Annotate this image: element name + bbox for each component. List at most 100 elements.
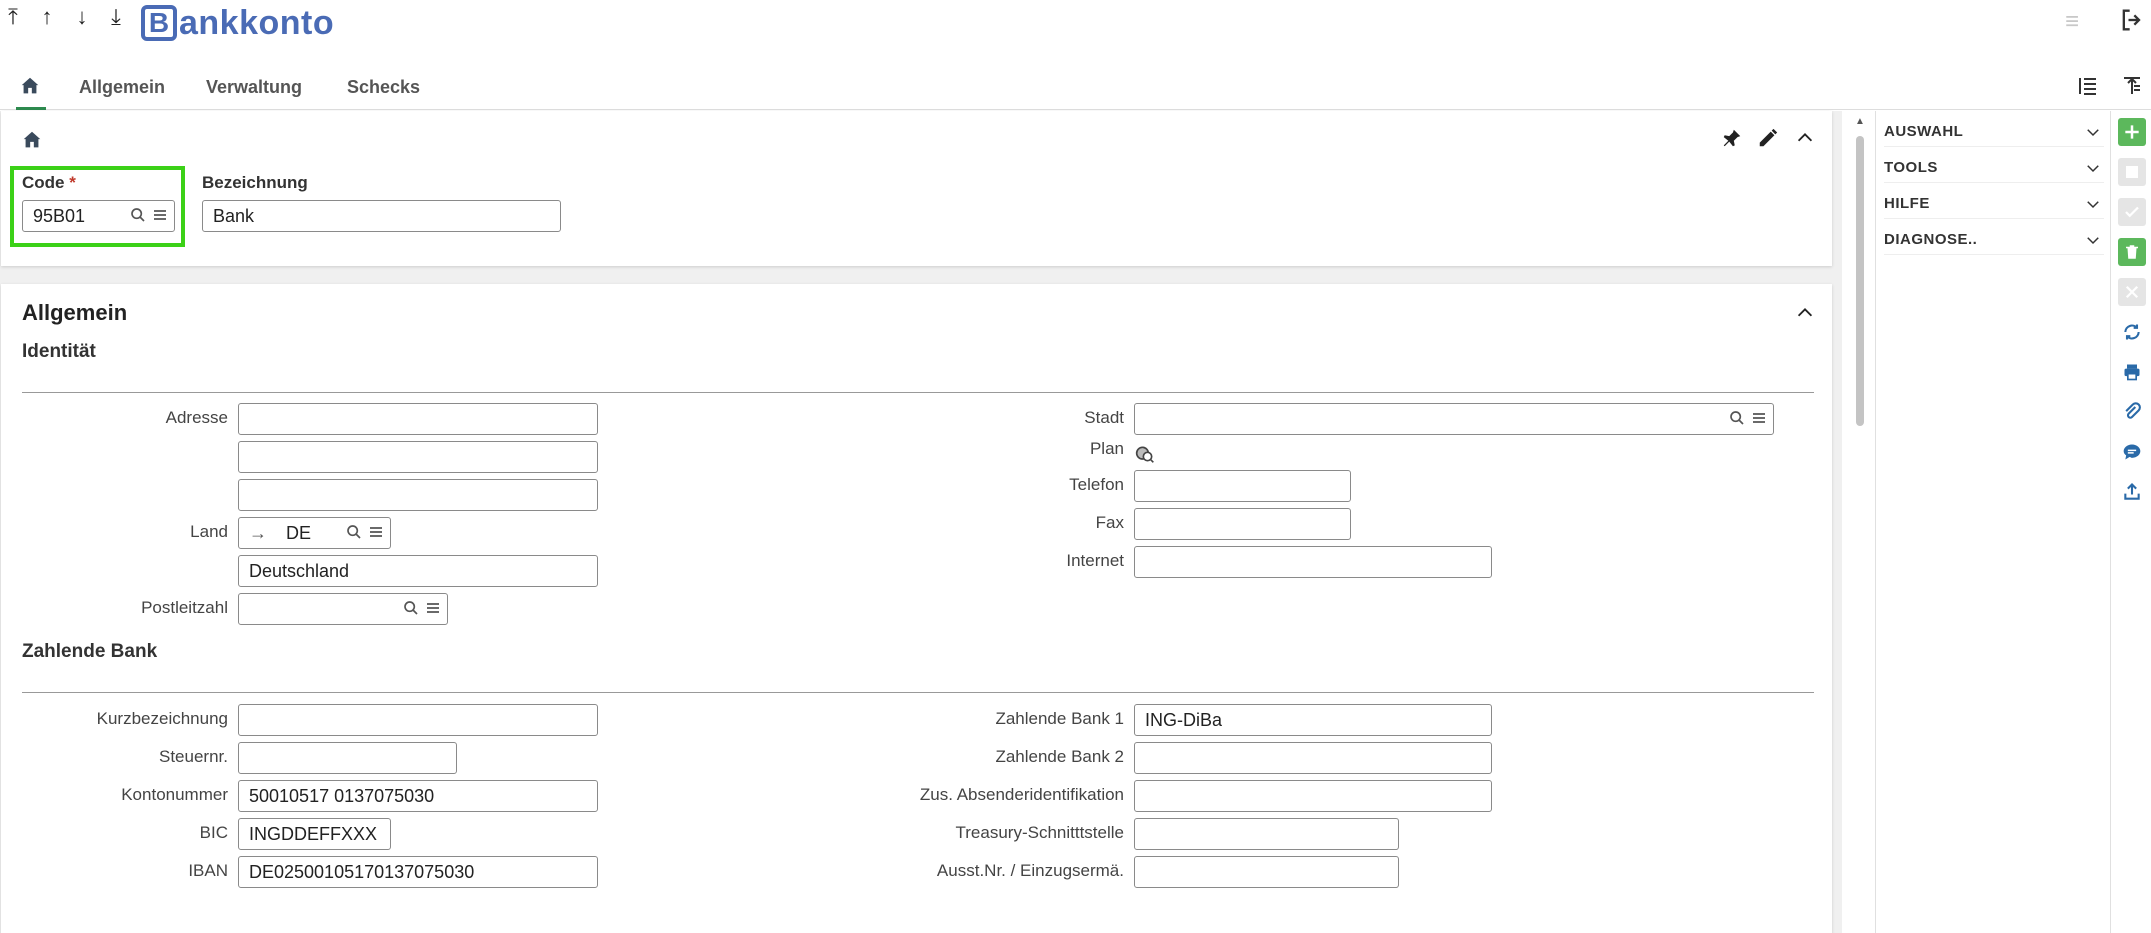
comment-icon[interactable] [2118,438,2146,466]
share-icon[interactable] [2118,478,2146,506]
section-title-allgemein: Allgemein [22,300,128,325]
internet-label: Internet [1066,551,1124,570]
search-icon[interactable] [346,524,362,540]
stadt-field[interactable] [1134,403,1774,435]
kurzbezeichnung-field[interactable] [238,704,598,736]
divider [22,692,1814,693]
collapse-icon[interactable] [1794,127,1816,154]
home-icon [21,77,39,94]
bezeichnung-label: Bezeichnung [202,173,308,192]
plz-field[interactable] [238,593,448,625]
steuernr-field[interactable] [238,742,457,774]
chevron-down-icon [2087,201,2099,209]
delete-icon[interactable] [2118,238,2146,266]
panel-tools[interactable]: TOOLS [1884,153,2104,183]
panel-hilfe[interactable]: HILFE [1884,189,2104,219]
first-record-icon[interactable]: ⤒ [0,4,26,30]
telefon-label: Telefon [1069,475,1124,494]
print-icon[interactable] [2118,358,2146,386]
code-field[interactable]: 95B01 [22,200,175,232]
chevron-down-icon [2087,165,2099,173]
attachment-icon[interactable] [2118,398,2146,426]
list-icon[interactable] [425,600,441,616]
bic-label: BIC [199,823,228,842]
scroll-thumb[interactable] [1856,136,1864,426]
list-icon[interactable] [152,207,168,223]
search-icon[interactable] [130,207,146,223]
arrow-right-icon[interactable]: → [249,523,267,543]
ausst-field[interactable] [1134,856,1399,888]
scroll-up-icon[interactable]: ▲ [1855,116,1865,127]
previous-record-icon[interactable]: ↑ [34,4,60,30]
iban-label: IBAN [188,861,228,880]
tab-allgemein[interactable]: Allgemein [79,68,165,110]
bezeichnung-field[interactable]: Bank [202,200,561,232]
zahlende-bank-1-field[interactable]: ING-DiBa [1134,704,1492,736]
stadt-label: Stadt [1084,408,1124,427]
list-icon[interactable] [368,524,384,540]
pin-icon[interactable] [1721,127,1743,154]
add-icon[interactable] [2118,118,2146,146]
fax-label: Fax [1095,513,1124,532]
steuernr-label: Steuernr. [159,747,228,766]
plan-label: Plan [1089,439,1124,458]
header-card: Code * 95B01 Bezeichnung Bank [1,111,1832,266]
land-label-text: Land [190,522,228,541]
expand-all-icon[interactable] [2076,74,2100,103]
zahlende-bank-2-field[interactable] [1134,742,1492,774]
vertical-scrollbar[interactable]: ▲ [1853,111,1867,933]
save-icon[interactable] [2118,158,2146,186]
iban-field[interactable]: DE02500105170137075030 [238,856,598,888]
right-panel: AUSWAHL TOOLS HILFE DIAGNOSE.. [1875,111,2110,933]
home-icon [23,131,41,148]
adresse-line-2[interactable] [238,441,598,473]
confirm-icon[interactable] [2118,198,2146,226]
fax-field[interactable] [1134,508,1351,540]
collapse-all-icon[interactable] [2120,74,2144,103]
tab-verwaltung[interactable]: Verwaltung [206,68,302,110]
treasury-field[interactable] [1134,818,1399,850]
adresse-label: Adresse [165,408,228,427]
ausst-label: Ausst.Nr. / Einzugsermä. [936,861,1124,880]
next-record-icon[interactable]: ↓ [69,4,95,30]
last-record-icon[interactable]: ⤓ [103,4,129,30]
app-title: B ankkonto [141,3,334,43]
tab-bar: Allgemein Verwaltung Schecks [0,68,2151,110]
subsection-identitaet: Identität [22,341,96,362]
refresh-icon[interactable] [2118,318,2146,346]
chevron-down-icon [2087,129,2099,137]
kontonummer-label: Kontonummer [121,785,228,804]
logout-icon[interactable] [2118,6,2146,39]
zahlende-bank-1-label: Zahlende Bank 1 [995,709,1124,728]
telefon-field[interactable] [1134,470,1351,502]
main-content: Code * 95B01 Bezeichnung Bank Allgemein … [0,111,1842,933]
subsection-zahlende-bank: Zahlende Bank [22,641,158,662]
panel-auswahl[interactable]: AUSWAHL [1884,117,2104,147]
chevron-down-icon [2087,237,2099,245]
tab-home[interactable] [16,68,46,110]
top-bar: ⤒ ↑ ↓ ⤓ B ankkonto ≡ [0,0,2151,50]
plz-label: Postleitzahl [141,598,228,617]
adresse-line-1[interactable] [238,403,598,435]
land-field[interactable]: → DE [238,517,391,549]
collapse-icon[interactable] [1794,302,1816,329]
kurzbezeichnung-label: Kurzbezeichnung [96,709,228,728]
search-icon[interactable] [1729,410,1745,426]
map-search-icon[interactable] [1135,444,1155,469]
list-icon[interactable] [1751,410,1767,426]
kontonummer-field[interactable]: 50010517 0137075030 [238,780,598,812]
allgemein-card: Allgemein Identität Adresse Land → DE De… [1,284,1832,933]
land-name-field: Deutschland [238,555,598,587]
adresse-line-3[interactable] [238,479,598,511]
zus-absender-field[interactable] [1134,780,1492,812]
zus-absender-label: Zus. Absenderidentifikation [919,785,1124,804]
zahlende-bank-2-label: Zahlende Bank 2 [995,747,1124,766]
menu-icon[interactable]: ≡ [2065,8,2079,36]
panel-diagnose[interactable]: DIAGNOSE.. [1884,225,2104,255]
internet-field[interactable] [1134,546,1492,578]
cancel-icon[interactable] [2118,278,2146,306]
search-icon[interactable] [403,600,419,616]
tab-schecks[interactable]: Schecks [347,68,420,110]
bic-field[interactable]: INGDDEFFXXX [238,818,391,850]
edit-icon[interactable] [1757,127,1779,154]
